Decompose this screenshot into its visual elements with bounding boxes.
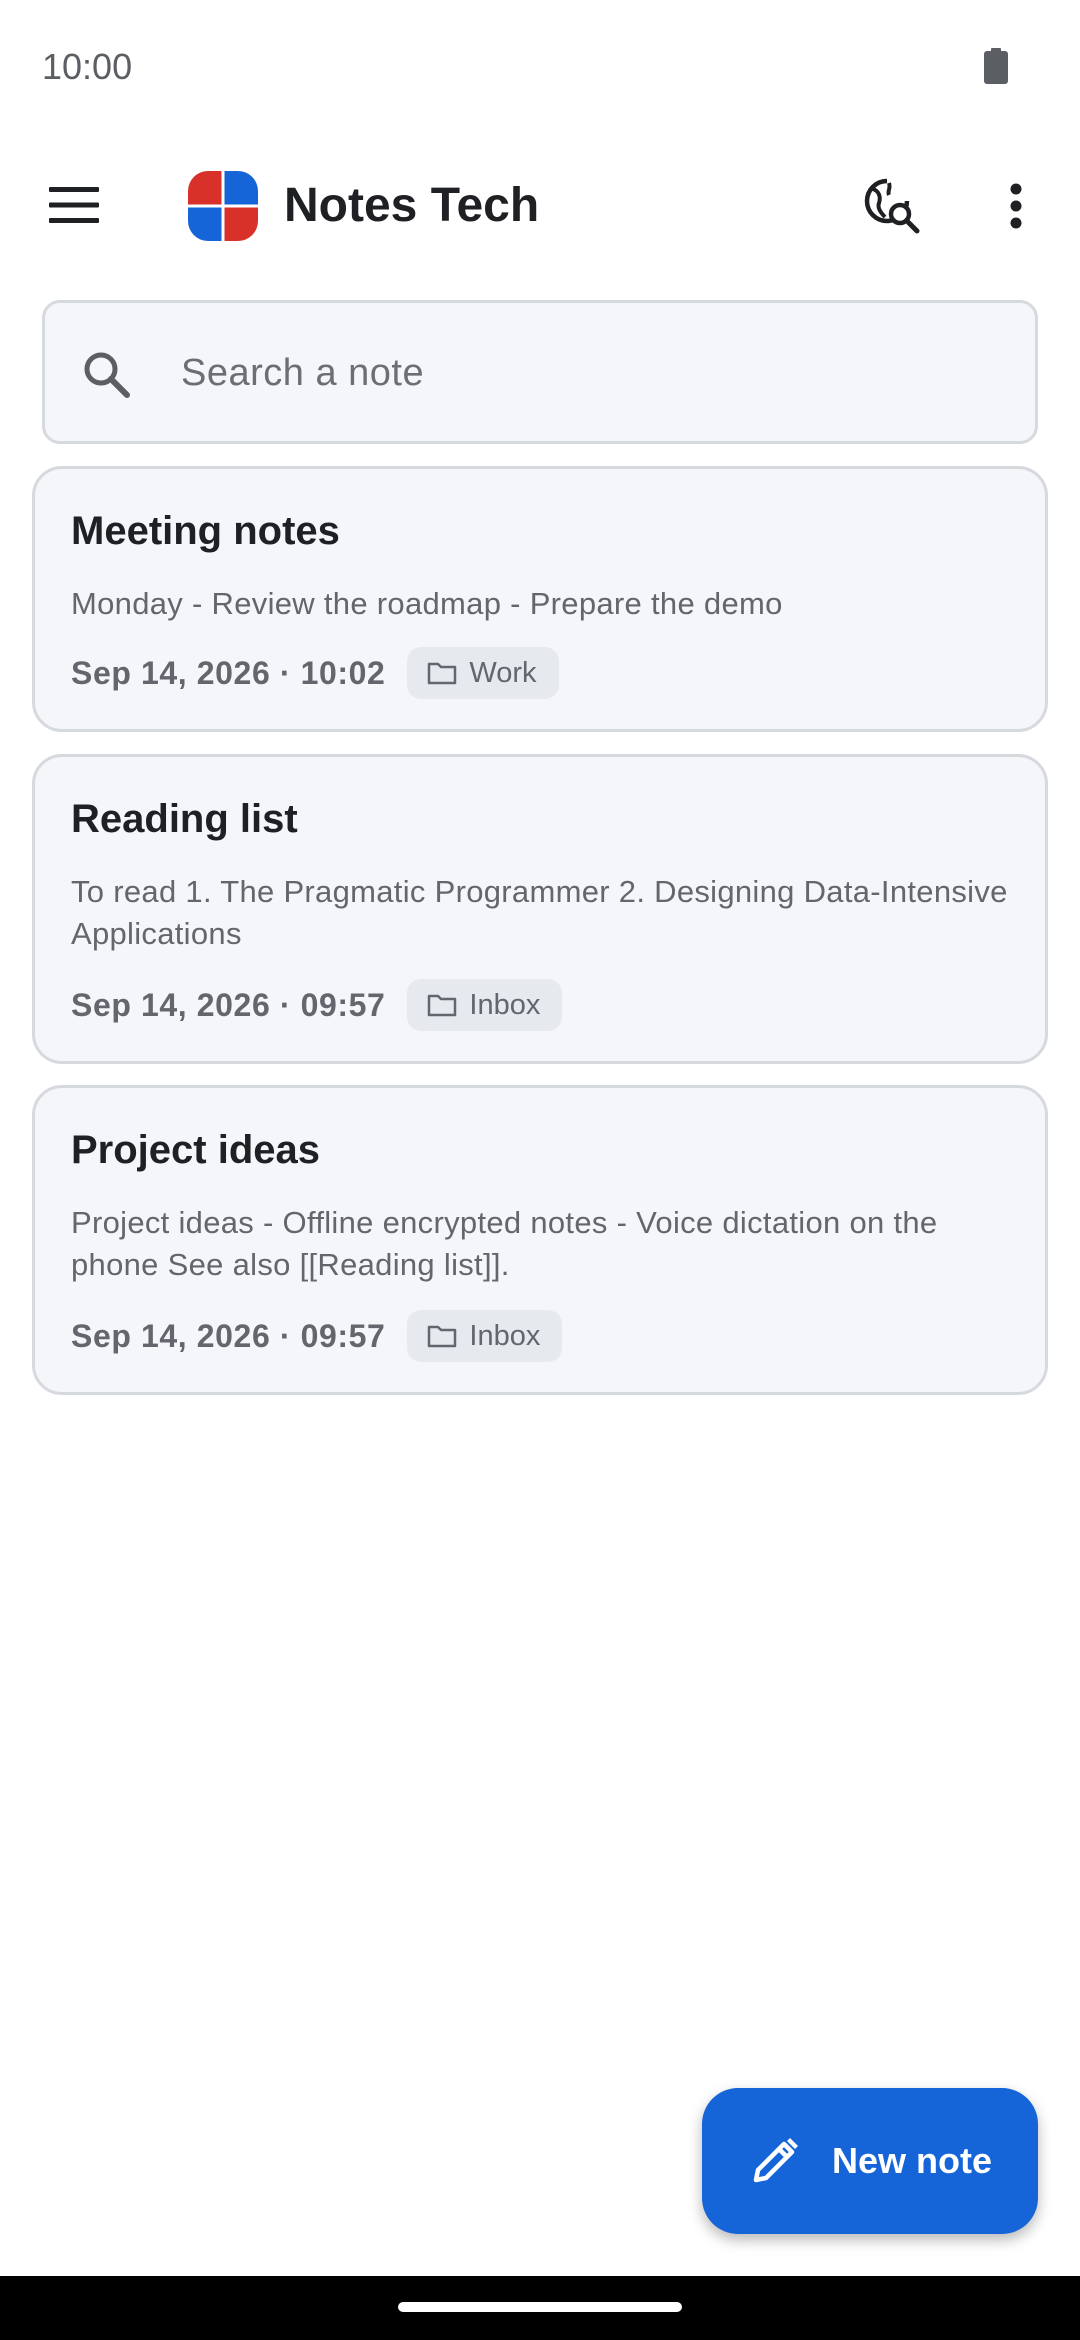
folder-chip: Inbox — [407, 1310, 563, 1362]
note-title: Project ideas — [71, 1128, 321, 1172]
home-handle[interactable] — [398, 2302, 682, 2312]
search-icon — [84, 352, 130, 398]
note-preview: Monday - Review the roadmap - Prepare th… — [71, 586, 783, 621]
navigation-bar — [0, 2276, 1080, 2340]
folder-icon — [428, 662, 457, 685]
note-card[interactable]: Project ideas Project ideas - Offline en… — [32, 1085, 1048, 1395]
note-card[interactable]: Reading list To read 1. The Pragmatic Pr… — [32, 754, 1048, 1064]
app-logo — [188, 171, 258, 241]
overflow-menu-button[interactable] — [980, 170, 1052, 242]
folder-chip: Work — [407, 647, 559, 699]
folder-icon — [428, 994, 457, 1017]
app-title: Notes Tech — [284, 179, 540, 232]
status-time: 10:00 — [42, 46, 133, 87]
note-title: Reading list — [71, 797, 298, 841]
search-input[interactable] — [181, 333, 1001, 413]
menu-button[interactable] — [38, 172, 110, 238]
app-bar: Notes Tech — [0, 150, 1080, 260]
battery-icon — [984, 48, 1008, 84]
new-note-label: New note — [831, 2140, 992, 2181]
folder-label: Work — [469, 656, 537, 689]
note-title: Meeting notes — [71, 509, 340, 553]
pencil-icon — [753, 2138, 798, 2183]
new-note-button[interactable]: New note — [702, 2088, 1038, 2234]
web-search-icon — [864, 178, 920, 234]
folder-icon — [428, 1325, 457, 1348]
folder-chip: Inbox — [407, 979, 563, 1031]
note-preview: Project ideas - Offline encrypted notes … — [71, 1205, 938, 1282]
folder-label: Inbox — [469, 1319, 541, 1352]
status-bar: 10:00 — [0, 0, 1080, 130]
note-date: Sep 14, 2026 · 10:02 — [71, 654, 386, 691]
note-preview: To read 1. The Pragmatic Programmer 2. D… — [71, 874, 1008, 951]
note-date: Sep 14, 2026 · 09:57 — [71, 986, 386, 1023]
folder-label: Inbox — [469, 988, 541, 1021]
note-meta: Sep 14, 2026 · 10:02 Work — [71, 647, 559, 699]
web-search-button[interactable] — [856, 170, 928, 242]
notes-list-screen: 10:00 Notes Tech Search a note Meeting n… — [0, 0, 1080, 2340]
menu-icon — [49, 187, 99, 223]
note-meta: Sep 14, 2026 · 09:57 Inbox — [71, 979, 563, 1031]
note-meta: Sep 14, 2026 · 09:57 Inbox — [71, 1310, 563, 1362]
search-bar[interactable] — [42, 300, 1038, 444]
more-vert-icon — [1010, 183, 1022, 229]
note-card[interactable]: Meeting notes Monday - Review the roadma… — [32, 466, 1048, 732]
note-date: Sep 14, 2026 · 09:57 — [71, 1317, 386, 1354]
